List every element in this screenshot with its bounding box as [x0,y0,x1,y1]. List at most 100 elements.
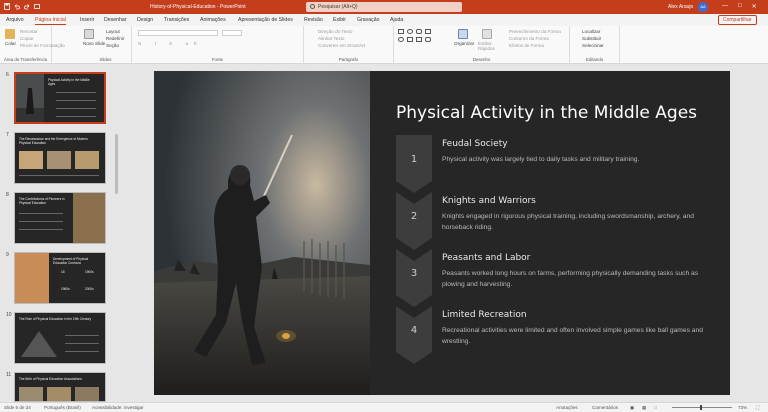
drawing-group: Organizar Estilos Rápidos Preenchimento … [394,26,570,64]
cut-button[interactable]: Recortar [20,29,38,34]
slide-title[interactable]: Physical Activity in the Middle Ages [396,103,697,123]
convert-smartart-button[interactable]: Converter em SmartArt [318,43,365,48]
thumbnail-frame[interactable]: The Contributions of Pioneers in Physica… [14,192,106,244]
quick-access-toolbar [4,3,40,10]
paste-button[interactable]: Colar [5,41,16,46]
reading-view-icon[interactable]: □ [654,405,657,410]
item-description: Peasants worked long hours on farms, per… [442,270,699,288]
present-icon[interactable] [34,3,40,10]
thumbnail-line [56,92,96,93]
thumbnail-image [16,74,44,122]
thumbnail-image [15,253,49,303]
zoom-slider-knob[interactable] [700,405,702,410]
language-indicator[interactable]: Português (Brasil) [44,405,81,410]
shape-outline-button[interactable]: Contorno da Forma [509,36,549,41]
quick-styles-button[interactable]: Estilos Rápidos [478,41,502,51]
avatar[interactable]: AA [698,2,708,12]
slide-thumbnail-pane[interactable]: 6 Physical Activity in the Middle Ages 7… [0,64,122,402]
arrange-icon[interactable] [458,29,468,39]
maximize-icon[interactable]: □ [738,3,742,10]
undo-icon[interactable] [14,3,20,10]
copy-button[interactable]: Copiar [20,36,34,41]
search-box[interactable]: Pesquisar (Alt+Q) [306,2,462,12]
shape-icon[interactable] [425,37,431,42]
thumbnail-frame[interactable]: The Birth of Physical Education Associat… [14,372,106,402]
thumbnail-scrollbar[interactable] [115,134,118,194]
section-button[interactable]: Seção [106,43,119,48]
format-painter-button[interactable]: Pincel de Formatação [20,43,65,48]
shape-effects-button[interactable]: Efeitos de Forma [509,43,544,48]
new-slide-icon[interactable] [84,29,94,39]
thumbnail-title: Physical Activity in the Middle Ages [48,78,90,86]
knight-image[interactable] [154,71,370,395]
minimize-icon[interactable]: — [722,3,728,10]
tab-help[interactable]: Ajuda [390,17,403,23]
replace-button[interactable]: Substituir [582,36,601,41]
shape-icon[interactable] [425,29,431,34]
close-icon[interactable]: ✕ [752,3,757,10]
tab-view[interactable]: Exibir [333,17,346,23]
save-icon[interactable] [4,3,10,10]
zoom-level[interactable]: 73% [738,405,747,410]
editing-group: Localizar Substituir Selecionar Editando [570,26,620,64]
tab-home[interactable]: Página Inicial [35,17,66,25]
shape-icon[interactable] [416,29,422,34]
quick-styles-icon[interactable] [482,29,492,39]
shape-fill-button[interactable]: Preenchimento da Forma [509,29,561,34]
thumbnail-image [73,193,105,243]
step-number: 2 [410,211,418,222]
shape-icon[interactable] [398,29,404,34]
slide-sorter-icon[interactable]: ▦ [642,405,646,411]
thumbnail-line [65,351,99,352]
thumbnail-title: The Renaissance and the Emergence of Mod… [19,137,88,145]
layout-button[interactable]: Layout [106,29,120,34]
normal-view-icon[interactable]: ▣ [630,405,634,411]
thumbnail-frame[interactable]: The Role of Physical Education in the 19… [14,312,106,364]
text-direction-button[interactable]: Direção do Texto [318,29,352,34]
zoom-slider[interactable] [672,407,732,408]
new-slide-button[interactable]: Novo Slide [83,41,105,46]
font-name-input[interactable] [138,30,218,36]
tab-insert[interactable]: Inserir [80,17,94,23]
tab-slideshow[interactable]: Apresentação de Slides [238,17,293,23]
redo-icon[interactable] [24,3,30,10]
find-button[interactable]: Localizar [582,29,600,34]
shape-icon[interactable] [407,29,413,34]
step-number: 1 [410,154,418,165]
shape-icon[interactable] [398,37,404,42]
accessibility-indicator[interactable]: Acessibilidade: investigar [92,405,144,410]
font-size-input[interactable] [222,30,242,36]
thumbnail-line [19,221,63,222]
shape-icon[interactable] [416,37,422,42]
tab-design[interactable]: Design [137,17,153,23]
align-text-button[interactable]: Alinhar Texto [318,36,344,41]
thumbnail-image [21,331,57,357]
select-button[interactable]: Selecionar [582,43,604,48]
thumbnail-frame[interactable]: Development of Physical Education Curric… [14,252,106,304]
reset-button[interactable]: Redefinir [106,36,124,41]
ribbon: Colar Recortar Copiar Pincel de Formataç… [0,26,768,64]
share-button[interactable]: Compartilhar [718,15,757,25]
tab-animations[interactable]: Animações [200,17,226,23]
thumbnail-frame[interactable]: The Renaissance and the Emergence of Mod… [14,132,106,184]
notes-button[interactable]: Anotações [556,405,578,410]
comments-button[interactable]: Comentários [592,405,618,410]
user-name[interactable]: Alex Araujo [668,4,693,10]
shapes-gallery[interactable] [398,29,450,51]
fit-to-window-icon[interactable]: ⛶ [756,405,759,410]
tab-transitions[interactable]: Transições [164,17,189,23]
thumbnail-line [65,343,99,344]
paste-icon[interactable] [5,29,15,39]
shape-icon[interactable] [407,37,413,42]
tab-review[interactable]: Revisão [304,17,323,23]
tab-file[interactable]: Arquivo [6,17,24,23]
thumbnail-frame[interactable]: Physical Activity in the Middle Ages [14,72,106,124]
tab-draw[interactable]: Desenhar [104,17,127,23]
powerpoint-window: History-of-Physical-Education - PowerPoi… [0,0,768,412]
current-slide[interactable]: Physical Activity in the Middle Ages 1 F… [154,71,730,395]
thumbnail-title: The Birth of Physical Education Associat… [19,377,82,381]
thumbnail-line [56,116,96,117]
tab-recording[interactable]: Gravação [357,17,380,23]
arrange-button[interactable]: Organizar [454,41,474,46]
font-format-buttons[interactable]: N I S ab [138,41,203,46]
